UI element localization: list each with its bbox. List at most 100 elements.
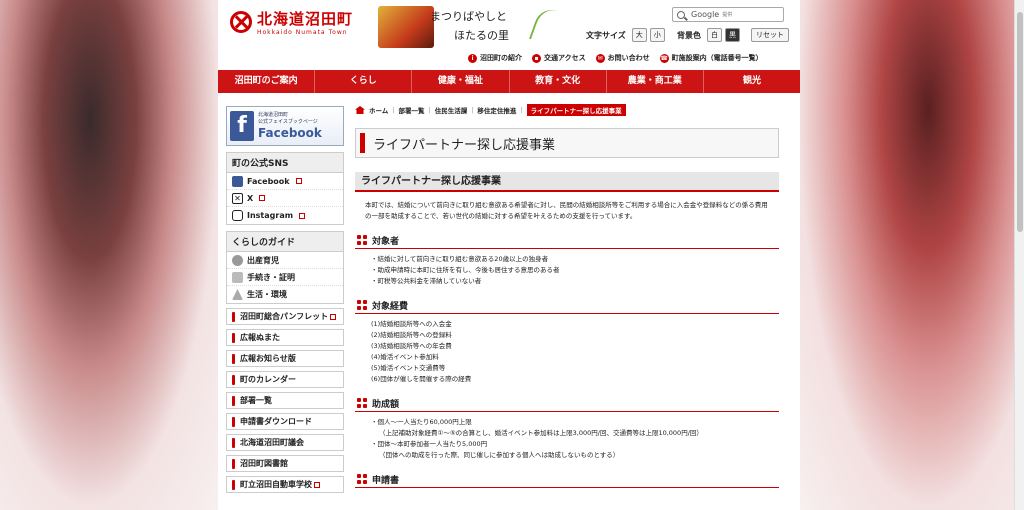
link-koho-notice[interactable]: 広報お知らせ版 xyxy=(226,350,344,367)
x-icon: ✕ xyxy=(232,192,243,204)
guide-box: くらしのガイド 出産育児 手続き・証明 生活・環境 xyxy=(226,231,344,304)
link-departments-label: 部署一覧 xyxy=(240,396,272,405)
gnav-education[interactable]: 教育・文化 xyxy=(510,70,607,93)
heading-dots-icon xyxy=(357,300,367,310)
scrollbar-thumb[interactable] xyxy=(1017,12,1023,232)
logo-title: 北海道沼田町 xyxy=(257,10,354,28)
site-logo[interactable]: 北海道沼田町 Hokkaido Numata Town xyxy=(230,8,353,36)
instagram-icon xyxy=(232,210,243,221)
lead-text: 本町では、結婚について前向きに取り組む意欲ある希望者に対し、民間の結婚相談所等を… xyxy=(365,201,768,220)
link-marker xyxy=(232,374,235,385)
facebook-banner[interactable]: f 北海道沼田町 公式フェイスブックページ Facebook xyxy=(226,106,344,146)
header: 北海道沼田町 Hokkaido Numata Town まつりばやしと ほたるの… xyxy=(218,0,800,70)
car-icon: ▪ xyxy=(532,53,541,63)
font-large-button[interactable]: 大 xyxy=(631,28,647,42)
search-brand: Google xyxy=(691,10,720,19)
link-library-label: 沼田町図書館 xyxy=(240,459,288,468)
utility-facilities[interactable]: ☎ 町施設案内（電話番号一覧） xyxy=(659,53,763,63)
guide-environment[interactable]: 生活・環境 xyxy=(227,286,343,303)
tree-icon xyxy=(232,289,243,300)
catchphrase: まつりばやしと ほたるの里 xyxy=(430,4,576,52)
guide-procedures-label: 手続き・証明 xyxy=(247,272,295,282)
link-koho[interactable]: 広報ぬまた xyxy=(226,329,344,346)
gnav-living[interactable]: くらし xyxy=(315,70,413,93)
link-koho-label: 広報ぬまた xyxy=(240,333,280,342)
gnav-industry[interactable]: 農業・商工業 xyxy=(607,70,704,93)
bg-black-button[interactable]: 黒 xyxy=(725,28,740,42)
phone-icon: ☎ xyxy=(659,53,669,63)
link-assembly-label: 北海道沼田町議会 xyxy=(240,438,304,447)
cost-list: (1)結婚相談所等への入会金 (2)結婚相談所等への登録料 (3)結婚相談所等へ… xyxy=(371,319,779,385)
search-icon xyxy=(677,10,685,19)
link-driving-school-label: 町立沼田自動車学校 xyxy=(240,480,312,489)
background-festival-left xyxy=(0,0,220,510)
search-brand-suffix: 提供 xyxy=(722,12,733,18)
heading-apply-label: 申請書 xyxy=(372,475,400,486)
festival-lantern-image xyxy=(378,6,434,48)
link-pamphlet[interactable]: 沼田町総合パンフレット xyxy=(226,308,344,325)
external-link-icon xyxy=(295,178,302,184)
sns-instagram[interactable]: Instagram xyxy=(227,207,343,224)
breadcrumb-separator: | xyxy=(471,106,474,114)
section-heading: ライフパートナー探し応援事業 xyxy=(355,172,779,192)
sns-facebook[interactable]: Facebook xyxy=(227,173,343,190)
link-forms[interactable]: 申請書ダウンロード xyxy=(226,413,344,430)
fb-banner-line2: 公式フェイスブックページ xyxy=(258,119,318,125)
guide-childbirth-label: 出産育児 xyxy=(247,255,279,265)
link-marker xyxy=(232,416,235,427)
heading-amount-label: 助成額 xyxy=(372,399,400,410)
utility-contact[interactable]: ✉ お問い合わせ xyxy=(595,53,650,63)
link-library[interactable]: 沼田町図書館 xyxy=(226,455,344,472)
list-item: (1)結婚相談所等への入会金 xyxy=(371,320,452,328)
breadcrumb-home[interactable]: ホーム xyxy=(369,105,388,115)
search-input[interactable]: Google 提供 xyxy=(672,7,784,22)
breadcrumb-separator: | xyxy=(520,106,523,114)
font-size-label: 文字サイズ xyxy=(586,30,626,40)
link-marker xyxy=(232,353,235,364)
facebook-icon xyxy=(232,175,243,187)
breadcrumb-migration[interactable]: 移住定住推進 xyxy=(477,105,516,115)
breadcrumb-separator: | xyxy=(428,106,431,114)
fb-banner-line1: 北海道沼田町 xyxy=(258,112,289,118)
utility-intro[interactable]: i 沼田町の紹介 xyxy=(468,53,522,63)
utility-access[interactable]: ▪ 交通アクセス xyxy=(532,53,586,63)
reset-button[interactable]: リセット xyxy=(751,28,789,42)
main-content: ホーム | 部署一覧 | 住民生活課 | 移住定住推進 | ライフパートナー探し… xyxy=(355,104,779,488)
link-calendar[interactable]: 町のカレンダー xyxy=(226,371,344,388)
external-link-icon xyxy=(259,195,266,201)
external-link-icon xyxy=(330,313,337,320)
gnav-tourism[interactable]: 観光 xyxy=(704,70,800,93)
sns-x[interactable]: ✕ X xyxy=(227,190,343,207)
breadcrumb: ホーム | 部署一覧 | 住民生活課 | 移住定住推進 | ライフパートナー探し… xyxy=(355,104,779,116)
guide-environment-label: 生活・環境 xyxy=(247,290,287,299)
breadcrumb-residents[interactable]: 住民生活課 xyxy=(435,105,468,115)
breadcrumb-departments[interactable]: 部署一覧 xyxy=(399,105,425,115)
utility-access-label: 交通アクセス xyxy=(544,54,586,62)
link-assembly[interactable]: 北海道沼田町議会 xyxy=(226,434,344,451)
pen-icon xyxy=(232,271,243,283)
scrollbar[interactable] xyxy=(1014,0,1024,510)
background-festival-right xyxy=(798,0,1024,510)
gnav-guide[interactable]: 沼田町のご案内 xyxy=(218,70,316,93)
list-item: (2)結婚相談所等への登録料 xyxy=(371,331,452,339)
gnav-health[interactable]: 健康・福祉 xyxy=(412,70,510,93)
heading-apply: 申請書 xyxy=(355,471,779,488)
sidebar: f 北海道沼田町 公式フェイスブックページ Facebook 町の公式SNS F… xyxy=(226,106,344,493)
guide-procedures[interactable]: 手続き・証明 xyxy=(227,269,343,286)
sns-facebook-label: Facebook xyxy=(247,176,290,186)
guide-childbirth[interactable]: 出産育児 xyxy=(227,252,343,269)
list-item: （団体への助成を行った際、同じ催しに参加する個人へは助成しないものとする） xyxy=(379,451,620,459)
sns-x-label: X xyxy=(247,193,254,203)
link-driving-school[interactable]: 町立沼田自動車学校 xyxy=(226,476,344,493)
bg-white-button[interactable]: 白 xyxy=(707,28,722,42)
target-list: ・結婚に対して前向きに取り組む意欲ある20歳以上の独身者 ・助成申請時に本町に住… xyxy=(371,254,779,287)
link-koho-notice-label: 広報お知らせ版 xyxy=(240,354,296,363)
link-marker xyxy=(232,437,235,448)
list-item: ・結婚に対して前向きに取り組む意欲ある20歳以上の独身者 xyxy=(371,255,549,263)
info-icon: i xyxy=(468,53,477,63)
heading-amount: 助成額 xyxy=(355,395,779,412)
font-small-button[interactable]: 小 xyxy=(649,28,665,42)
link-marker xyxy=(232,332,235,343)
link-departments[interactable]: 部署一覧 xyxy=(226,392,344,409)
external-link-icon xyxy=(314,481,320,488)
